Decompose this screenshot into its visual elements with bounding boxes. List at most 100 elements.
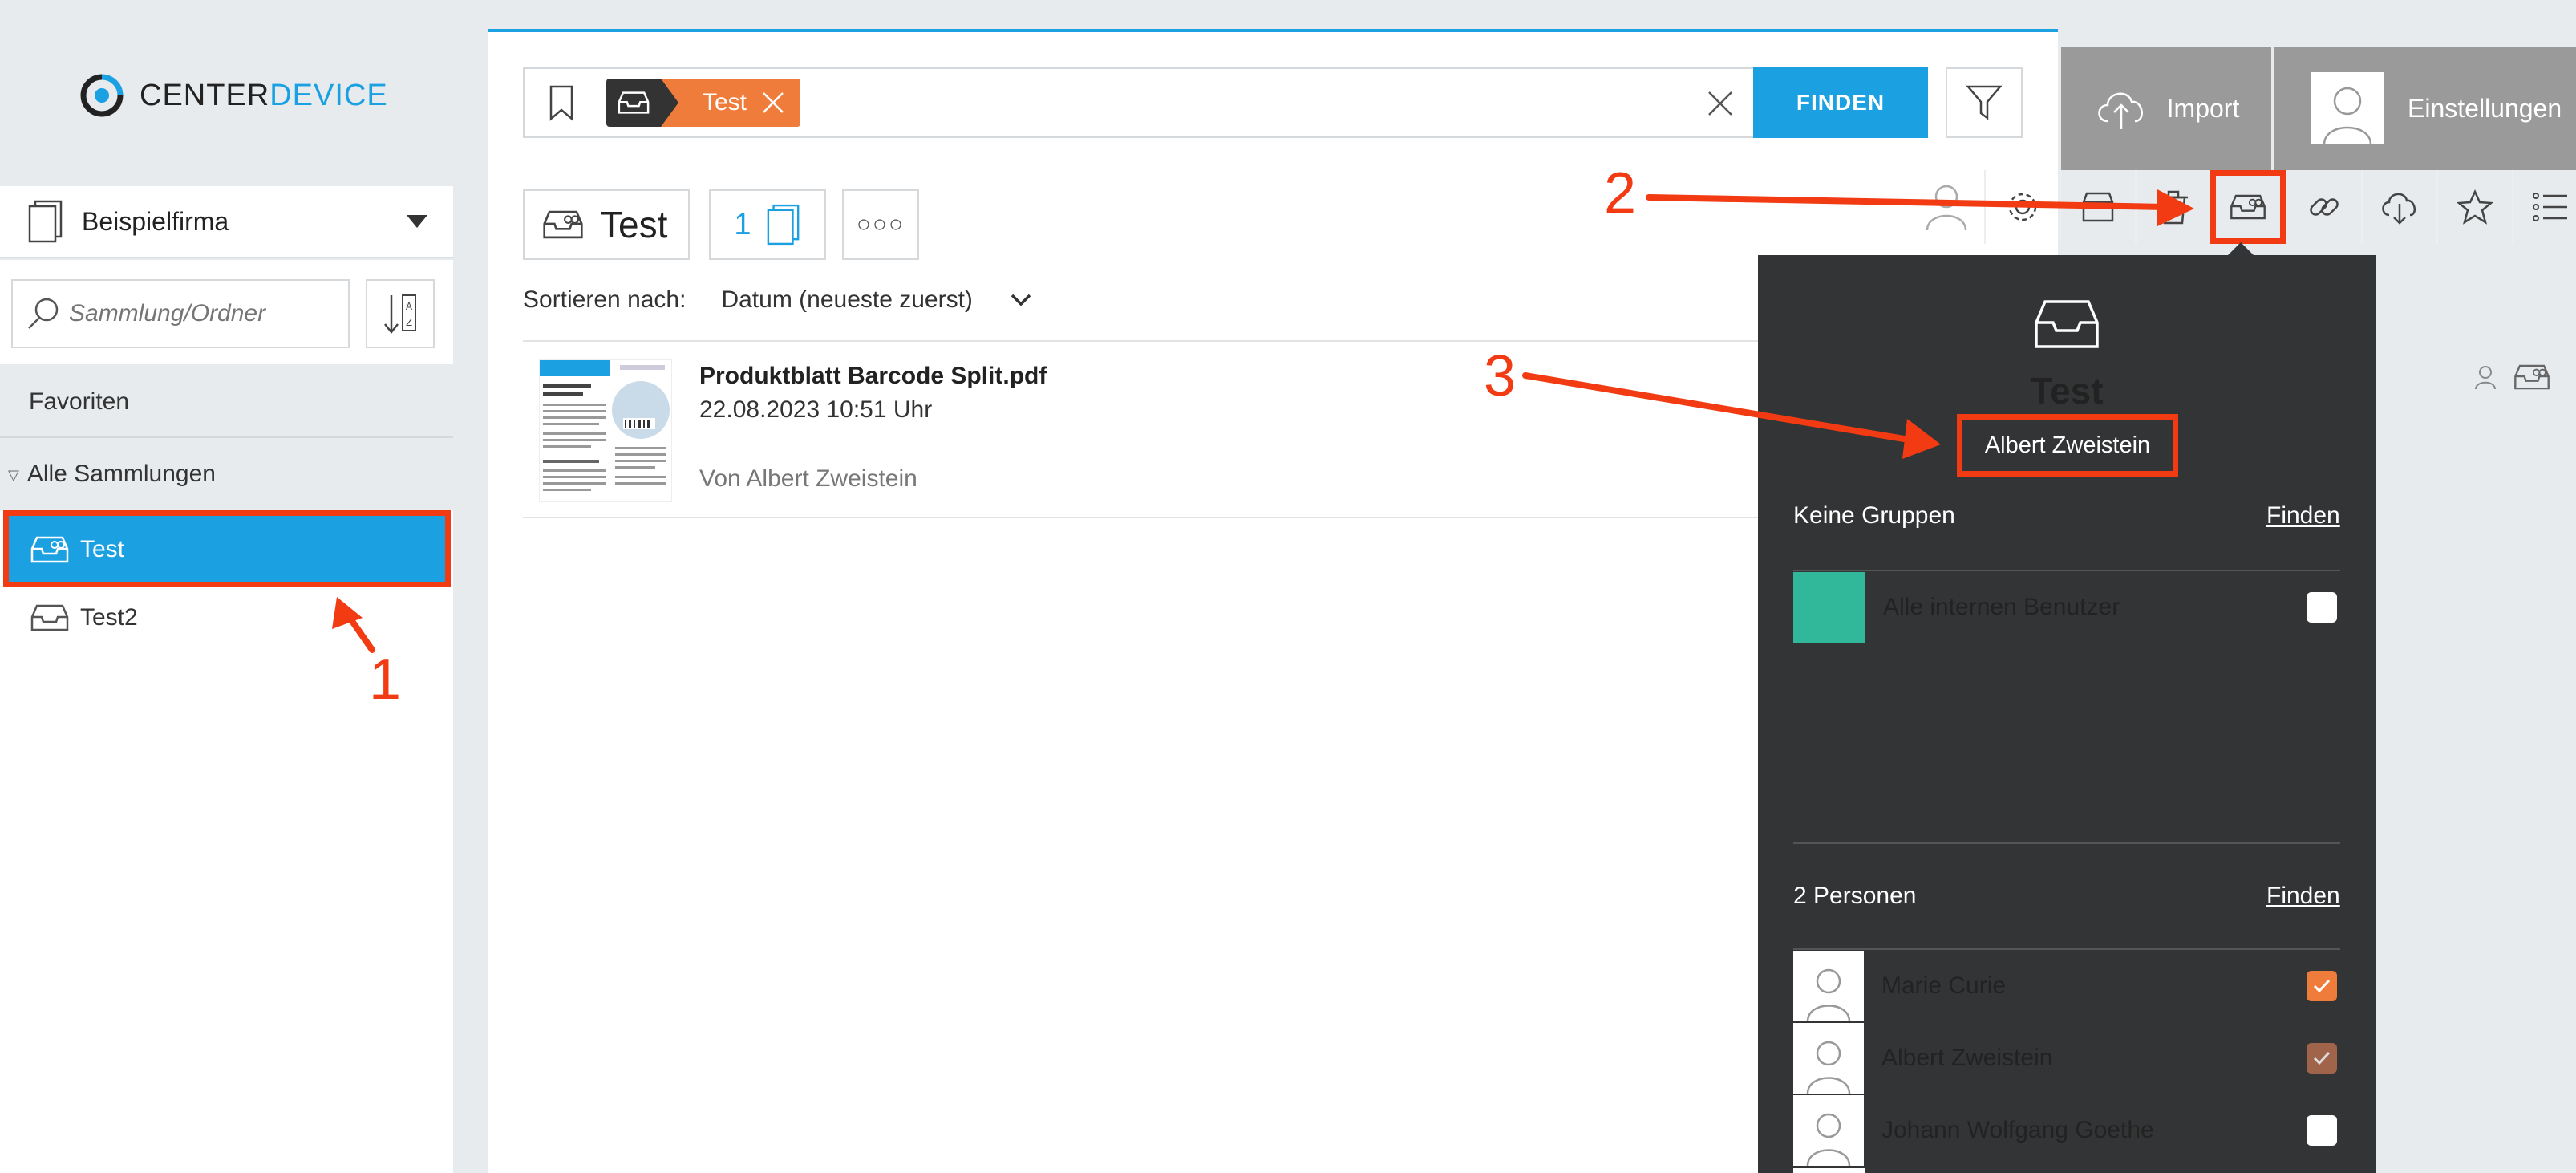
toolbar-archive-button[interactable] [2060,170,2135,244]
import-button[interactable]: Import [2061,47,2271,170]
list-icon [2533,193,2567,221]
settings-label: Einstellungen [2408,93,2562,123]
archive-icon [2082,192,2114,222]
filter-button[interactable] [1946,67,2023,138]
annotation-step-2: 2 [1604,161,1637,225]
link-icon [2310,198,2339,216]
document-count: 1 [734,207,751,242]
sidebar-item-label: Test2 [80,604,138,631]
user-avatar-icon [1806,968,1851,1021]
person-checkbox[interactable] [2307,1115,2337,1146]
toolbar-link-button[interactable] [2286,170,2361,244]
remove-tag-button[interactable] [759,88,788,117]
document-toolbar [1909,170,2576,244]
sort-az-icon: A Z [384,294,416,335]
search-tag-icon [606,79,661,127]
cloud-upload-icon [2097,92,2143,129]
checkmark-icon [2313,1051,2331,1065]
search-icon [28,298,59,329]
document-row-icons [2473,364,2550,390]
svg-text:Z: Z [406,317,412,328]
search-tag-arrow [661,79,678,127]
persons-label: 2 Personen [1793,883,1917,909]
collection-search-input[interactable] [69,300,326,327]
toolbar-download-button[interactable] [2361,170,2436,244]
more-options-label: ○○○ [856,211,905,237]
user-avatar-icon [1806,1113,1851,1166]
sort-az-button[interactable]: A Z [366,279,435,348]
cloud-download-icon [2382,193,2416,225]
all-collections-header[interactable]: ▽ Alle Sammlungen [0,440,453,510]
toolbar-details-button[interactable] [2512,170,2576,244]
settings-button[interactable]: Einstellungen [2274,47,2576,170]
collection-search-field[interactable] [11,279,350,348]
person-checkbox[interactable] [2307,971,2337,1001]
person-row[interactable]: Johann Wolfgang Goethe [1793,1094,2340,1167]
toolbar-settings-button[interactable] [1984,170,2060,244]
user-icon [2475,366,2496,390]
document-thumbnail[interactable] [539,359,672,502]
user-avatar-icon [2323,87,2372,144]
caret-down-icon [407,215,427,228]
find-button[interactable]: FINDEN [1753,67,1928,138]
document-date: 22.08.2023 10:51 Uhr [699,396,933,423]
group-name: Alle internen Benutzer [1883,594,2120,620]
annotation-step-3: 3 [1484,344,1517,408]
chevron-down-icon[interactable] [1010,293,1032,307]
group-checkbox[interactable] [2307,592,2337,623]
inbox-icon [618,91,650,114]
person-checkbox-disabled [2307,1043,2337,1074]
find-groups-link[interactable]: Finden [2266,502,2340,530]
popover-title: Test [2030,370,2104,412]
all-collections-label: Alle Sammlungen [26,461,216,487]
company-selector[interactable]: Beispielfirma [0,186,453,258]
avatar [1793,1095,1864,1166]
company-name: Beispielfirma [82,206,229,236]
person-name: Marie Curie [1881,972,2007,999]
shared-collection-icon [2230,194,2266,220]
brand-logo[interactable]: CENTERDEVICE [79,67,399,124]
document-count-button[interactable]: 1 [709,189,826,260]
checkmark-icon [2313,979,2331,993]
group-row[interactable]: Alle internen Benutzer [1793,571,2340,643]
sidebar-item-test2[interactable]: Test2 [5,586,446,650]
avatar [1793,951,1864,1021]
favorites-label: Favoriten [29,388,130,415]
group-color-swatch [1793,572,1865,643]
person-row[interactable]: Marie Curie [1793,950,2340,1022]
toolbar-user-button[interactable] [1909,170,1984,244]
search-tag-label: Test [703,89,747,116]
toolbar-favorite-button[interactable] [2436,170,2512,244]
user-avatar-icon [1806,1041,1851,1094]
sort-row[interactable]: Sortieren nach: Datum (neueste zuerst) [523,284,1032,316]
centerdevice-logo-icon [80,74,124,117]
documents-icon [767,204,799,246]
inbox-icon [2035,300,2099,348]
sort-select-value[interactable]: Datum (neueste zuerst) [721,286,972,314]
groups-label: Keine Gruppen [1793,502,1955,529]
bookmark-button[interactable] [539,80,584,125]
gear-icon [2008,193,2037,221]
collection-title: Test [600,204,668,246]
inbox-icon [30,604,69,631]
sort-label: Sortieren nach: [523,286,687,313]
toolbar-share-collection-button[interactable] [2210,170,2286,244]
clear-search-button[interactable] [1703,87,1737,120]
annotation-step-1: 1 [369,647,402,712]
avatar [2311,72,2384,144]
svg-text:A: A [406,301,413,312]
more-options-button[interactable]: ○○○ [842,189,919,260]
collapse-triangle-icon[interactable]: ▽ [8,467,19,510]
pdf-preview-image [540,360,670,491]
document-name[interactable]: Produktblatt Barcode Split.pdf [699,363,1047,390]
person-row[interactable]: Albert Zweistein [1793,1022,2340,1094]
find-persons-link[interactable]: Finden [2266,883,2340,910]
collection-title-box[interactable]: Test [523,189,690,260]
document-author: Von Albert Zweistein [699,465,917,492]
favorites-section[interactable]: Favoriten [0,366,453,438]
trash-icon [2159,190,2188,225]
import-label: Import [2166,93,2240,123]
star-icon [2457,189,2493,225]
person-row-partial [1793,1168,1865,1173]
toolbar-trash-button[interactable] [2135,170,2210,244]
